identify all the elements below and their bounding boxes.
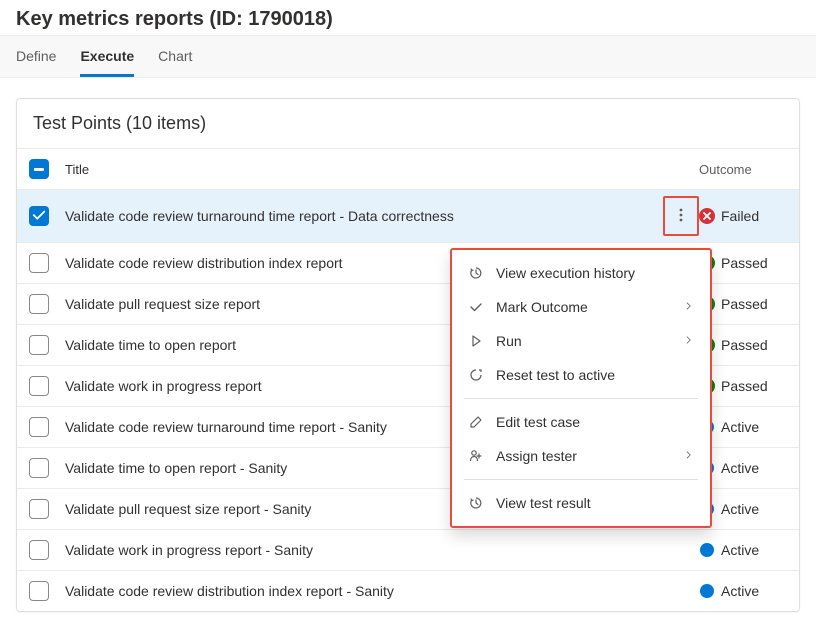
row-checkbox[interactable] (29, 335, 49, 355)
kebab-icon (673, 207, 689, 226)
menu-separator (464, 398, 698, 399)
outcome-label: Passed (721, 296, 768, 312)
context-menu: View execution history Mark Outcome Run Res… (450, 248, 712, 528)
row-outcome: Active (699, 419, 787, 435)
row-title[interactable]: Validate code review turnaround time rep… (65, 208, 663, 224)
play-icon (468, 333, 484, 349)
history-icon (468, 495, 484, 511)
menu-item-assign-tester[interactable]: Assign tester (452, 439, 710, 473)
table-header: Title Outcome (17, 148, 799, 189)
outcome-label: Passed (721, 378, 768, 394)
row-checkbox[interactable] (29, 253, 49, 273)
row-checkbox[interactable] (29, 581, 49, 601)
edit-icon (468, 414, 484, 430)
menu-item-label: View execution history (496, 265, 694, 281)
menu-item-edit-test-case[interactable]: Edit test case (452, 405, 710, 439)
menu-item-view-test-result[interactable]: View test result (452, 486, 710, 520)
chevron-right-icon (684, 299, 694, 315)
outcome-label: Active (721, 583, 759, 599)
column-title[interactable]: Title (65, 162, 663, 177)
row-outcome: Passed (699, 296, 787, 312)
menu-item-label: Assign tester (496, 448, 672, 464)
row-checkbox[interactable] (29, 458, 49, 478)
row-checkbox[interactable] (29, 499, 49, 519)
menu-item-label: View test result (496, 495, 694, 511)
fail-status-icon (699, 208, 715, 224)
outcome-label: Passed (721, 255, 768, 271)
active-status-icon (699, 542, 715, 558)
active-status-icon (699, 583, 715, 599)
outcome-label: Failed (721, 208, 759, 224)
menu-item-mark-outcome[interactable]: Mark Outcome (452, 290, 710, 324)
row-outcome: Active (699, 460, 787, 476)
reset-icon (468, 367, 484, 383)
menu-item-reset-test-to-active[interactable]: Reset test to active (452, 358, 710, 392)
page-title: Key metrics reports (ID: 1790018) (0, 0, 816, 35)
row-outcome: Passed (699, 337, 787, 353)
row-checkbox[interactable] (29, 540, 49, 560)
outcome-label: Active (721, 542, 759, 558)
panel-title: Test Points (10 items) (17, 99, 799, 148)
row-checkbox[interactable] (29, 294, 49, 314)
menu-item-run[interactable]: Run (452, 324, 710, 358)
menu-item-label: Reset test to active (496, 367, 694, 383)
outcome-label: Passed (721, 337, 768, 353)
outcome-label: Active (721, 501, 759, 517)
row-checkbox[interactable] (29, 206, 49, 226)
row-checkbox[interactable] (29, 376, 49, 396)
table-row[interactable]: Validate work in progress report - Sanit… (17, 529, 799, 570)
row-title[interactable]: Validate work in progress report - Sanit… (65, 542, 663, 558)
assign-icon (468, 448, 484, 464)
chevron-right-icon (684, 448, 694, 464)
row-checkbox[interactable] (29, 417, 49, 437)
check-icon (468, 299, 484, 315)
row-outcome: Failed (699, 208, 787, 224)
menu-item-label: Mark Outcome (496, 299, 672, 315)
tab-define[interactable]: Define (16, 36, 56, 77)
table-row[interactable]: Validate code review distribution index … (17, 570, 799, 611)
row-outcome: Passed (699, 255, 787, 271)
more-actions-button[interactable] (663, 200, 699, 232)
row-outcome: Active (699, 542, 787, 558)
row-title[interactable]: Validate code review distribution index … (65, 583, 663, 599)
select-all-checkbox[interactable] (29, 159, 49, 179)
tab-execute[interactable]: Execute (80, 36, 134, 77)
column-outcome[interactable]: Outcome (699, 162, 787, 177)
row-outcome: Active (699, 501, 787, 517)
row-outcome: Passed (699, 378, 787, 394)
tabs-bar: Define Execute Chart (0, 35, 816, 78)
outcome-label: Active (721, 460, 759, 476)
history-icon (468, 265, 484, 281)
menu-separator (464, 479, 698, 480)
chevron-right-icon (684, 333, 694, 349)
table-row[interactable]: Validate code review turnaround time rep… (17, 189, 799, 242)
menu-item-label: Run (496, 333, 672, 349)
outcome-label: Active (721, 419, 759, 435)
row-outcome: Active (699, 583, 787, 599)
menu-item-label: Edit test case (496, 414, 694, 430)
tab-chart[interactable]: Chart (158, 36, 192, 77)
menu-item-view-execution-history[interactable]: View execution history (452, 256, 710, 290)
